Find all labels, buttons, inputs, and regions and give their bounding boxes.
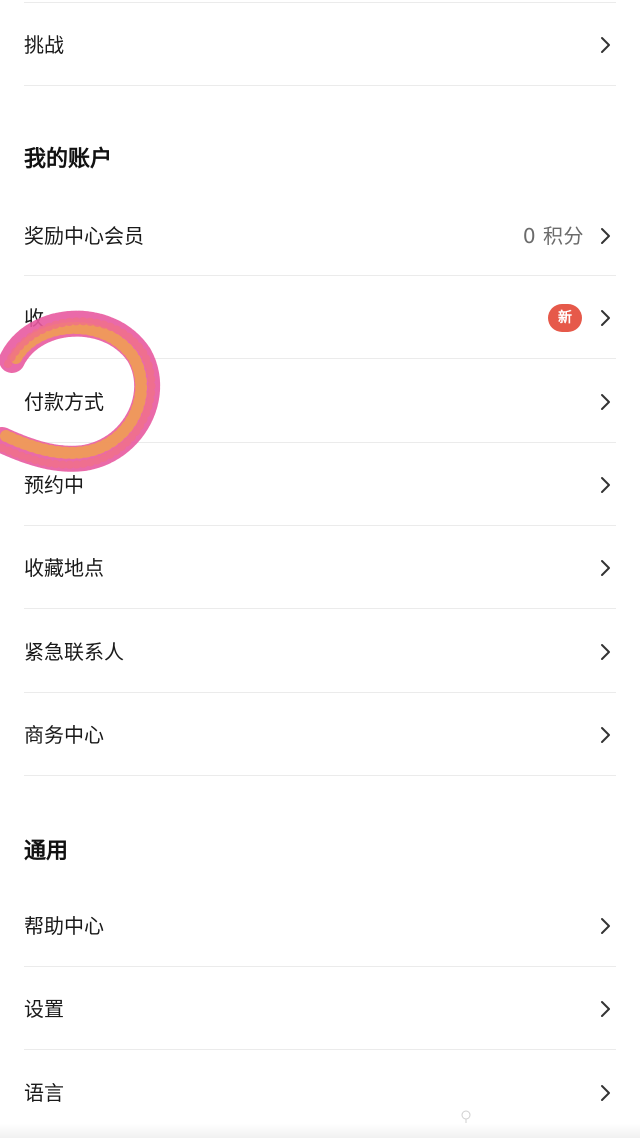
menu-item-label: 设置 <box>24 997 64 1021</box>
menu-item-help-center[interactable]: 帮助中心 <box>0 905 640 947</box>
menu-item-challenge[interactable]: 挑战 <box>0 24 640 66</box>
menu-item-label: 预约中 <box>24 473 84 497</box>
chevron-right-icon <box>601 477 610 493</box>
watermark-icon <box>461 1110 471 1123</box>
chevron-right-icon <box>601 1001 610 1017</box>
menu-item-label: 付款方式 <box>24 390 104 414</box>
menu-item-rewards[interactable]: 奖励中心会员 0 积分 <box>0 215 640 257</box>
rewards-points-value: 0 积分 <box>522 224 584 248</box>
menu-item-label: 收 <box>24 306 44 330</box>
menu-item-business-center[interactable]: 商务中心 <box>0 714 640 756</box>
menu-item-language[interactable]: 语言 <box>0 1072 640 1114</box>
chevron-right-icon <box>601 310 610 326</box>
bottom-edge-shadow <box>0 1124 640 1138</box>
divider <box>24 525 616 526</box>
divider <box>24 775 616 776</box>
menu-item-label: 商务中心 <box>24 723 104 747</box>
chevron-right-icon <box>601 228 610 244</box>
divider <box>24 1049 616 1050</box>
divider <box>24 85 616 86</box>
menu-item-label: 挑战 <box>24 33 64 57</box>
top-divider <box>24 2 616 3</box>
menu-item-label: 语言 <box>24 1081 64 1105</box>
chevron-right-icon <box>601 644 610 660</box>
menu-item-label: 帮助中心 <box>24 914 104 938</box>
chevron-right-icon <box>601 37 610 53</box>
divider <box>24 608 616 609</box>
menu-item-new-feature[interactable]: 收 新 <box>0 297 640 339</box>
divider <box>24 442 616 443</box>
menu-item-payment-methods[interactable]: 付款方式 <box>0 381 640 423</box>
new-badge: 新 <box>548 304 582 332</box>
divider <box>24 358 616 359</box>
divider <box>24 275 616 276</box>
account-menu-page: 挑战 我的账户 奖励中心会员 0 积分 收 新 付款方式 预约中 收藏地点 紧急… <box>0 0 640 1138</box>
section-title-general: 通用 <box>24 839 69 864</box>
section-title-my-account: 我的账户 <box>24 147 113 172</box>
menu-item-label: 收藏地点 <box>24 556 104 580</box>
chevron-right-icon <box>601 918 610 934</box>
menu-item-saved-places[interactable]: 收藏地点 <box>0 547 640 589</box>
menu-item-reservations[interactable]: 预约中 <box>0 464 640 506</box>
menu-item-label: 奖励中心会员 <box>24 224 144 248</box>
menu-item-settings[interactable]: 设置 <box>0 988 640 1030</box>
menu-item-label: 紧急联系人 <box>24 640 124 664</box>
divider <box>24 966 616 967</box>
divider <box>24 692 616 693</box>
chevron-right-icon <box>601 727 610 743</box>
chevron-right-icon <box>601 560 610 576</box>
menu-item-emergency-contacts[interactable]: 紧急联系人 <box>0 631 640 673</box>
chevron-right-icon <box>601 394 610 410</box>
chevron-right-icon <box>601 1085 610 1101</box>
